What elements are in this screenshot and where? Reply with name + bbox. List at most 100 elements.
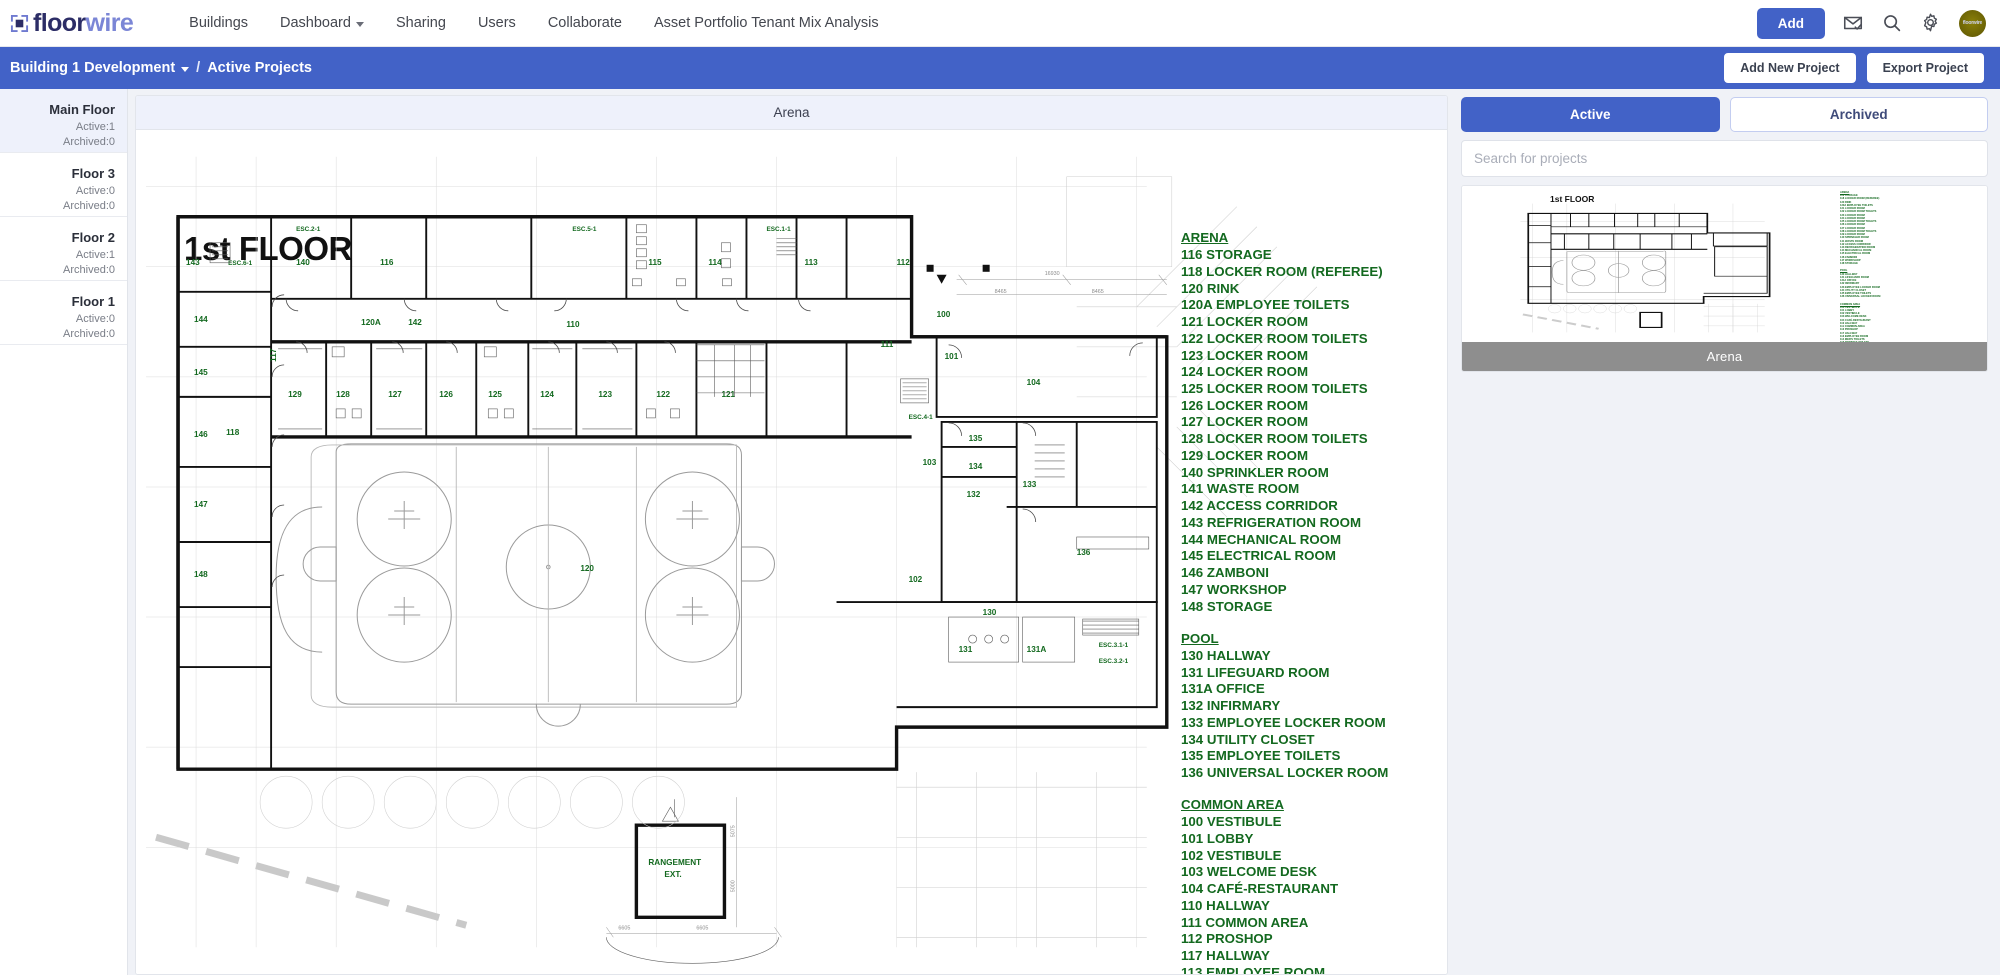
floor-name: Main Floor	[49, 102, 115, 117]
legend-room: 130 HALLWAY	[1181, 647, 1271, 663]
breadcrumb-bar: Building 1 Development / Active Projects…	[0, 47, 2000, 89]
floor-active-count: Active:0	[75, 184, 115, 197]
floor-active-count: Active:1	[75, 120, 115, 133]
sidebar-item-floor-2[interactable]: Floor 2 Active:1 Archived:0	[0, 217, 127, 281]
legend-room: 127 LOCKER ROOM	[1181, 414, 1309, 430]
svg-text:ESC.3.1-1: ESC.3.1-1	[1099, 642, 1129, 649]
logo-word-floor: floor	[33, 8, 86, 37]
svg-text:113: 113	[805, 258, 819, 267]
legend-room: 112 PROSHOP	[1181, 931, 1273, 947]
svg-text:146: 146	[194, 430, 208, 439]
svg-text:ESC.6-1: ESC.6-1	[228, 260, 253, 267]
svg-text:5075: 5075	[730, 825, 736, 837]
legend-room: 120 RINK	[1181, 280, 1240, 296]
sidebar-item-floor-3[interactable]: Floor 3 Active:0 Archived:0	[0, 153, 127, 217]
legend-room: 140 SPRINKLER ROOM	[1181, 464, 1329, 480]
thumbnail-legend: ARENA 116 STORAGE 118 LOCKER ROOM (REFER…	[1840, 191, 1880, 342]
svg-text:112: 112	[897, 258, 911, 267]
floor-active-count: Active:1	[75, 248, 115, 261]
sidebar-item-main-floor[interactable]: Main Floor Active:1 Archived:0	[0, 89, 127, 153]
export-project-button[interactable]: Export Project	[1866, 53, 1984, 83]
legend-room: 123 LOCKER ROOM	[1181, 347, 1309, 363]
svg-text:133: 133	[1023, 480, 1037, 489]
svg-text:RANGEMENT: RANGEMENT	[648, 858, 701, 867]
breadcrumb-building-selector[interactable]: Building 1 Development	[10, 60, 190, 76]
legend-heading: ARENA	[1181, 230, 1229, 245]
svg-text:100: 100	[937, 310, 951, 319]
svg-text:5000: 5000	[730, 880, 736, 892]
nav-label: Sharing	[395, 15, 446, 31]
mail-check-icon[interactable]	[1842, 12, 1864, 34]
legend-room: 102 VESTIBULE	[1181, 847, 1282, 863]
svg-text:125: 125	[488, 390, 502, 399]
svg-text:104: 104	[1027, 378, 1041, 387]
legend-room: 110 HALLWAY	[1181, 897, 1270, 913]
svg-text:16930: 16930	[1045, 271, 1060, 277]
avatar[interactable]: floorwire	[1959, 9, 1986, 37]
tab-archived[interactable]: Archived	[1729, 97, 1988, 132]
legend-group-pool: POOL 130 HALLWAY 131 LIFEGUARD ROOM 131A…	[1181, 631, 1388, 781]
search-icon[interactable]	[1881, 12, 1903, 34]
svg-text:120A: 120A	[361, 318, 381, 327]
nav-label: Collaborate	[547, 15, 622, 31]
legend-room: 128 LOCKER ROOM TOILETS	[1181, 431, 1368, 447]
top-bar-actions: Add floorwire	[1756, 7, 1986, 39]
app-logo[interactable]: floorwire	[10, 8, 151, 37]
floorplan-sheet: Arena 1st FLOOR .w { fill:none; stroke:#…	[135, 95, 1448, 975]
nav-item-asset-portfolio-tenant-mix-analysis[interactable]: Asset Portfolio Tenant Mix Analysis	[638, 9, 895, 37]
avatar-label: floorwire	[1962, 20, 1983, 26]
add-button[interactable]: Add	[1756, 7, 1825, 39]
svg-text:142: 142	[408, 318, 422, 327]
logo-word-wire: wire	[85, 8, 134, 37]
svg-text:131A: 131A	[1027, 645, 1047, 654]
svg-text:115: 115	[648, 258, 662, 267]
legend-room: 141 WASTE ROOM	[1181, 481, 1300, 497]
sidebar-item-floor-1[interactable]: Floor 1 Active:0 Archived:0	[0, 281, 127, 345]
svg-text:6605: 6605	[696, 925, 708, 931]
logo-wordmark: floorwire	[33, 8, 134, 37]
svg-text:135: 135	[969, 434, 983, 443]
legend-room: 148 STORAGE	[1181, 598, 1273, 614]
svg-text:103: 103	[923, 458, 937, 467]
nav-label: Buildings	[189, 15, 249, 31]
legend-room: 118 LOCKER ROOM (REFEREE)	[1181, 263, 1383, 279]
svg-text:148: 148	[194, 570, 208, 579]
legend-room: 147 WORKSHOP	[1181, 581, 1287, 597]
project-card-arena[interactable]: 1st FLOOR .mw { fill:none; stroke:#111; …	[1461, 185, 1988, 372]
nav-item-users[interactable]: Users	[462, 9, 532, 37]
floor-archived-count: Archived:0	[63, 328, 115, 341]
svg-text:ESC.4-1: ESC.4-1	[909, 414, 934, 421]
svg-text:116: 116	[380, 258, 394, 267]
floorplan-corner-icon	[10, 14, 29, 33]
nav-label: Asset Portfolio Tenant Mix Analysis	[653, 15, 879, 31]
nav-item-collaborate[interactable]: Collaborate	[532, 9, 638, 37]
nav-item-buildings[interactable]: Buildings	[173, 9, 264, 37]
legend-room: 113 EMPLOYEE ROOM	[1181, 964, 1326, 974]
legend-room: 134 UTILITY CLOSET	[1181, 731, 1315, 747]
floorplan-canvas[interactable]: 1st FLOOR .w { fill:none; stroke:#111; s…	[136, 130, 1447, 974]
tab-active[interactable]: Active	[1461, 97, 1720, 132]
nav-item-sharing[interactable]: Sharing	[380, 9, 462, 37]
legend-room: 121 LOCKER ROOM	[1181, 314, 1309, 330]
legend-room: 125 LOCKER ROOM TOILETS	[1181, 381, 1368, 397]
projects-panel: Active Archived 1st FLOOR .mw { fill:non…	[1455, 89, 2000, 975]
svg-text:ESC.1-1: ESC.1-1	[766, 226, 791, 233]
svg-text:127: 127	[388, 390, 402, 399]
svg-text:8465: 8465	[1092, 289, 1104, 295]
svg-text:ESC.5-1: ESC.5-1	[572, 226, 597, 233]
gear-icon[interactable]	[1920, 12, 1942, 34]
svg-text:145: 145	[194, 368, 208, 377]
room-legend: ARENA 116 STORAGE 118 LOCKER ROOM (REFER…	[1181, 230, 1388, 974]
svg-text:118: 118	[226, 428, 240, 437]
nav-item-dashboard[interactable]: Dashboard	[264, 9, 380, 37]
legend-group-arena: ARENA 116 STORAGE 118 LOCKER ROOM (REFER…	[1181, 230, 1388, 615]
search-input[interactable]	[1461, 140, 1988, 177]
legend-room: 144 MECHANICAL ROOM	[1181, 531, 1342, 547]
svg-text:114: 114	[708, 258, 722, 267]
floor-name: Floor 2	[71, 230, 115, 245]
floor-name: Floor 3	[71, 166, 115, 181]
svg-text:110: 110	[566, 320, 580, 329]
add-new-project-button[interactable]: Add New Project	[1724, 53, 1856, 83]
svg-text:ESC.3.2-1: ESC.3.2-1	[1099, 658, 1129, 665]
svg-text:117: 117	[269, 348, 278, 362]
